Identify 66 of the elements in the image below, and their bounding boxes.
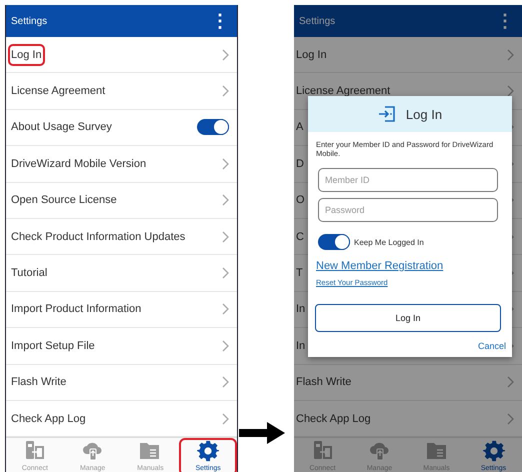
item-label: In xyxy=(295,338,306,354)
settings-item[interactable]: Open Source License xyxy=(6,182,237,219)
chevron-icon xyxy=(507,48,514,61)
chevron-icon xyxy=(222,230,229,243)
cancel-button[interactable]: Cancel xyxy=(478,341,506,351)
menu-icon[interactable]: ⋮ xyxy=(496,12,514,30)
settings-item[interactable]: License Agreement xyxy=(6,73,237,110)
chevron-icon xyxy=(222,303,229,316)
settings-item[interactable]: Tutorial xyxy=(6,255,237,292)
toggle-switch[interactable] xyxy=(318,234,350,250)
item-label: A xyxy=(295,120,304,136)
settings-item[interactable]: Flash Write xyxy=(294,364,522,401)
item-label: Flash Write xyxy=(10,375,68,390)
toggle-switch[interactable] xyxy=(197,119,229,136)
chevron-icon xyxy=(507,85,514,98)
item-label: Check Product Information Updates xyxy=(10,230,186,245)
item-label: C xyxy=(295,230,305,245)
registration-link[interactable]: New Member Registration xyxy=(316,260,444,272)
settings-item[interactable]: Import Product Information xyxy=(6,292,237,328)
item-label: O xyxy=(295,193,306,208)
screen-title: Settings xyxy=(299,16,336,26)
item-label: Check App Log xyxy=(295,412,372,427)
toggle-label: Keep Me Logged In xyxy=(354,238,424,246)
item-label: Import Setup File xyxy=(10,338,96,354)
item-label: License Agreement xyxy=(10,84,106,100)
settings-item[interactable]: DriveWizard Mobile Version xyxy=(6,146,237,183)
item-label: Log In xyxy=(8,44,45,66)
item-label: In xyxy=(295,302,306,318)
chevron-icon xyxy=(507,412,514,425)
chevron-icon xyxy=(222,85,229,98)
input-field[interactable]: Password xyxy=(318,198,498,222)
settings-icon xyxy=(197,440,220,462)
chevron-icon xyxy=(222,412,229,425)
cloud-upload-icon xyxy=(82,440,104,462)
chevron-icon xyxy=(222,194,229,206)
menu-icon[interactable]: ⋮ xyxy=(211,12,229,30)
item-label: DriveWizard Mobile Version xyxy=(10,156,148,172)
item-label: Log In xyxy=(295,48,328,63)
cloud-upload-icon xyxy=(368,440,390,462)
arrow-icon xyxy=(239,421,285,445)
settings-item[interactable]: Log In xyxy=(6,37,237,74)
chevron-icon xyxy=(222,158,229,170)
item-label: Import Product Information xyxy=(10,302,142,318)
item-label: License Agreement xyxy=(295,84,392,100)
settings-item[interactable]: About Usage Survey xyxy=(6,110,237,146)
login-icon xyxy=(378,105,396,123)
chevron-icon xyxy=(507,376,514,388)
chevron-icon xyxy=(222,267,229,280)
item-label: Flash Write xyxy=(295,375,352,390)
item-label: Open Source License xyxy=(10,193,118,208)
item-label: T xyxy=(295,266,304,282)
settings-icon xyxy=(482,440,504,462)
settings-item[interactable]: Import Setup File xyxy=(6,328,237,365)
chevron-icon xyxy=(222,376,229,388)
chevron-icon xyxy=(222,340,229,352)
settings-item[interactable]: Check Product Information Updates xyxy=(6,218,237,256)
item-label: About Usage Survey xyxy=(10,120,113,136)
login-button[interactable]: Log In xyxy=(315,304,501,332)
settings-item[interactable]: Flash Write xyxy=(6,364,237,401)
item-label: Check App Log xyxy=(10,412,87,427)
chevron-icon xyxy=(222,48,229,61)
item-label: D xyxy=(295,156,305,172)
input-field[interactable]: Member ID xyxy=(318,168,498,192)
item-label: Tutorial xyxy=(10,266,48,282)
settings-item[interactable]: Log In xyxy=(294,37,522,74)
screen-title: Settings xyxy=(11,16,48,26)
